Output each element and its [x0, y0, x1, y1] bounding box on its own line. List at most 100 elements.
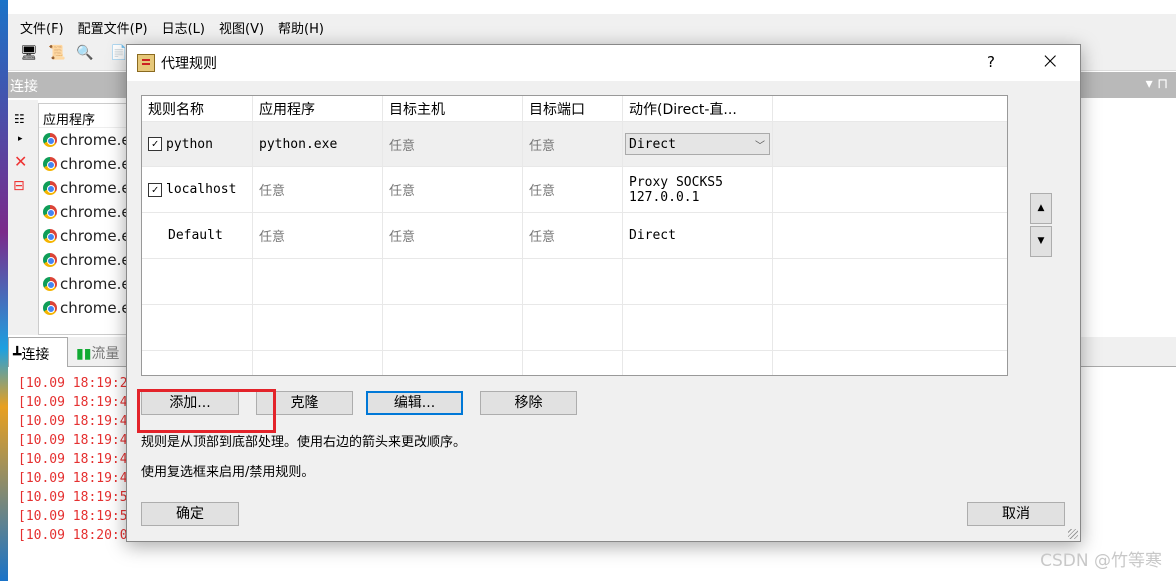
empty-row [142, 351, 1007, 375]
host-cell: 任意 [383, 213, 523, 258]
connection-list: 应用程序 chrome.e chrome.e chrome.e chrome.e… [38, 103, 138, 335]
move-down-button[interactable]: ▼ [1030, 226, 1052, 257]
list-view-icon[interactable]: ☷ [14, 112, 25, 126]
list-item[interactable]: chrome.e [39, 296, 137, 320]
item-label: chrome.e [60, 131, 131, 149]
list-header: 应用程序 [39, 104, 137, 128]
col-target-port[interactable]: 目标端口 [523, 96, 623, 121]
order-hint: 规则是从顶部到底部处理。使用右边的箭头来更改顺序。 [141, 435, 467, 450]
chevron-down-icon: ﹀ [755, 140, 765, 152]
action-select[interactable]: Direct ﹀ [625, 133, 770, 155]
list-item[interactable]: chrome.e [39, 200, 137, 224]
menu-file[interactable]: 文件(F) [20, 18, 64, 37]
table-header: 规则名称 应用程序 目标主机 目标端口 动作(Direct-直... [142, 96, 1007, 122]
log-line: [10.09 18:20:0 [18, 528, 128, 543]
chrome-icon [43, 181, 57, 195]
log-line: [10.09 18:19:5 [18, 490, 128, 505]
chrome-icon [43, 301, 57, 315]
rule-name-cell: ✓ localhost [142, 167, 253, 212]
delete-icon[interactable]: ✕ [14, 152, 27, 171]
chrome-icon [43, 205, 57, 219]
action-value: Proxy SOCKS5 [629, 174, 723, 190]
list-item[interactable]: chrome.e [39, 128, 137, 152]
watermark: CSDN @竹等寒 [1040, 551, 1162, 571]
rule-name: python [166, 136, 213, 152]
app-cell: 任意 [253, 167, 383, 212]
tab-traffic[interactable]: ▮▮流量 [72, 337, 123, 367]
panel-menu-icon[interactable]: ▾ ⊓ [1146, 76, 1168, 92]
help-button[interactable]: ? [987, 53, 995, 71]
log-line: [10.09 18:19:4 [18, 433, 128, 448]
checkbox-hint: 使用复选框来启用/禁用规则。 [141, 465, 315, 480]
close-connection-icon[interactable]: ⊟ [13, 178, 25, 194]
ok-button[interactable]: 确定 [141, 502, 239, 526]
item-label: chrome.e [60, 179, 131, 197]
resize-grip-icon[interactable] [1068, 529, 1078, 539]
rules-table: 规则名称 应用程序 目标主机 目标端口 动作(Direct-直... ✓ pyth… [141, 95, 1008, 376]
chrome-icon [43, 253, 57, 267]
app-cell: 任意 [253, 213, 383, 258]
table-row[interactable]: ✓ localhost 任意 任意 任意 Proxy SOCKS5 127.0.0.… [142, 167, 1007, 213]
menu-help[interactable]: 帮助(H) [278, 18, 324, 37]
table-row[interactable]: ✓ python python.exe 任意 任意 Direct ﹀ [142, 122, 1007, 167]
chrome-icon [43, 229, 57, 243]
col-action[interactable]: 动作(Direct-直... [623, 96, 773, 121]
empty-row [142, 259, 1007, 305]
rule-name: localhost [166, 182, 237, 197]
log-line: [10.09 18:19:4 [18, 452, 128, 467]
rules-icon[interactable]: 📜 [46, 45, 68, 67]
list-item[interactable]: chrome.e [39, 248, 137, 272]
list-item[interactable]: chrome.e [39, 176, 137, 200]
tab-connections[interactable]: ┻连接 [8, 337, 68, 367]
tab-label: 流量 [91, 346, 120, 362]
item-label: chrome.e [60, 227, 131, 245]
port-cell: 任意 [523, 167, 623, 212]
action-cell: Direct ﹀ [623, 122, 773, 166]
action-cell: Direct [623, 213, 773, 258]
desktop-strip [0, 0, 8, 581]
port-cell: 任意 [523, 213, 623, 258]
item-label: chrome.e [60, 203, 131, 221]
menu-log[interactable]: 日志(L) [162, 18, 205, 37]
list-item[interactable]: chrome.e [39, 272, 137, 296]
rule-name-cell: Default [142, 213, 253, 258]
tab-label: 连接 [21, 347, 50, 363]
cancel-button[interactable]: 取消 [967, 502, 1065, 526]
computer-icon[interactable]: 🖥 [18, 45, 40, 67]
list-item[interactable]: chrome.e [39, 152, 137, 176]
enable-checkbox[interactable]: ✓ [148, 137, 162, 151]
expand-icon[interactable]: ▸ [18, 134, 23, 144]
remove-button[interactable]: 移除 [480, 391, 577, 415]
action-value: Direct [629, 136, 676, 152]
port-cell: 任意 [523, 122, 623, 166]
menu-bar: 文件(F) 配置文件(P) 日志(L) 视图(V) 帮助(H) [8, 14, 1176, 41]
dns-search-icon[interactable]: 🔍 [74, 45, 96, 67]
rules-scroll-icon [137, 54, 155, 72]
col-application[interactable]: 应用程序 [253, 96, 383, 121]
edit-button[interactable]: 编辑... [366, 391, 463, 415]
app-cell: python.exe [253, 122, 383, 166]
enable-checkbox[interactable]: ✓ [148, 182, 162, 197]
menu-view[interactable]: 视图(V) [219, 18, 264, 37]
table-row[interactable]: Default 任意 任意 任意 Direct [142, 213, 1007, 259]
chrome-icon [43, 133, 57, 147]
col-target-host[interactable]: 目标主机 [383, 96, 523, 121]
highlight-annotation [137, 389, 276, 433]
log-line: [10.09 18:19:2 [18, 376, 128, 391]
move-up-button[interactable]: ▲ [1030, 193, 1052, 224]
log-line: [10.09 18:19:4 [18, 414, 128, 429]
col-rule-name[interactable]: 规则名称 [142, 96, 253, 121]
item-label: chrome.e [60, 299, 131, 317]
chrome-icon [43, 157, 57, 171]
chrome-icon [43, 277, 57, 291]
item-label: chrome.e [60, 275, 131, 293]
action-cell: Proxy SOCKS5 127.0.0.1 [623, 167, 773, 212]
side-toolbar: ☷ ▸ ✕ ⊟ [8, 100, 38, 335]
item-label: chrome.e [60, 251, 131, 269]
dialog-title: 代理规则 [161, 56, 217, 72]
log-line: [10.09 18:19:4 [18, 471, 128, 486]
panel-title: 连接 [10, 79, 38, 95]
close-button[interactable]: × [1041, 49, 1059, 74]
list-item[interactable]: chrome.e [39, 224, 137, 248]
menu-profile[interactable]: 配置文件(P) [78, 18, 148, 37]
